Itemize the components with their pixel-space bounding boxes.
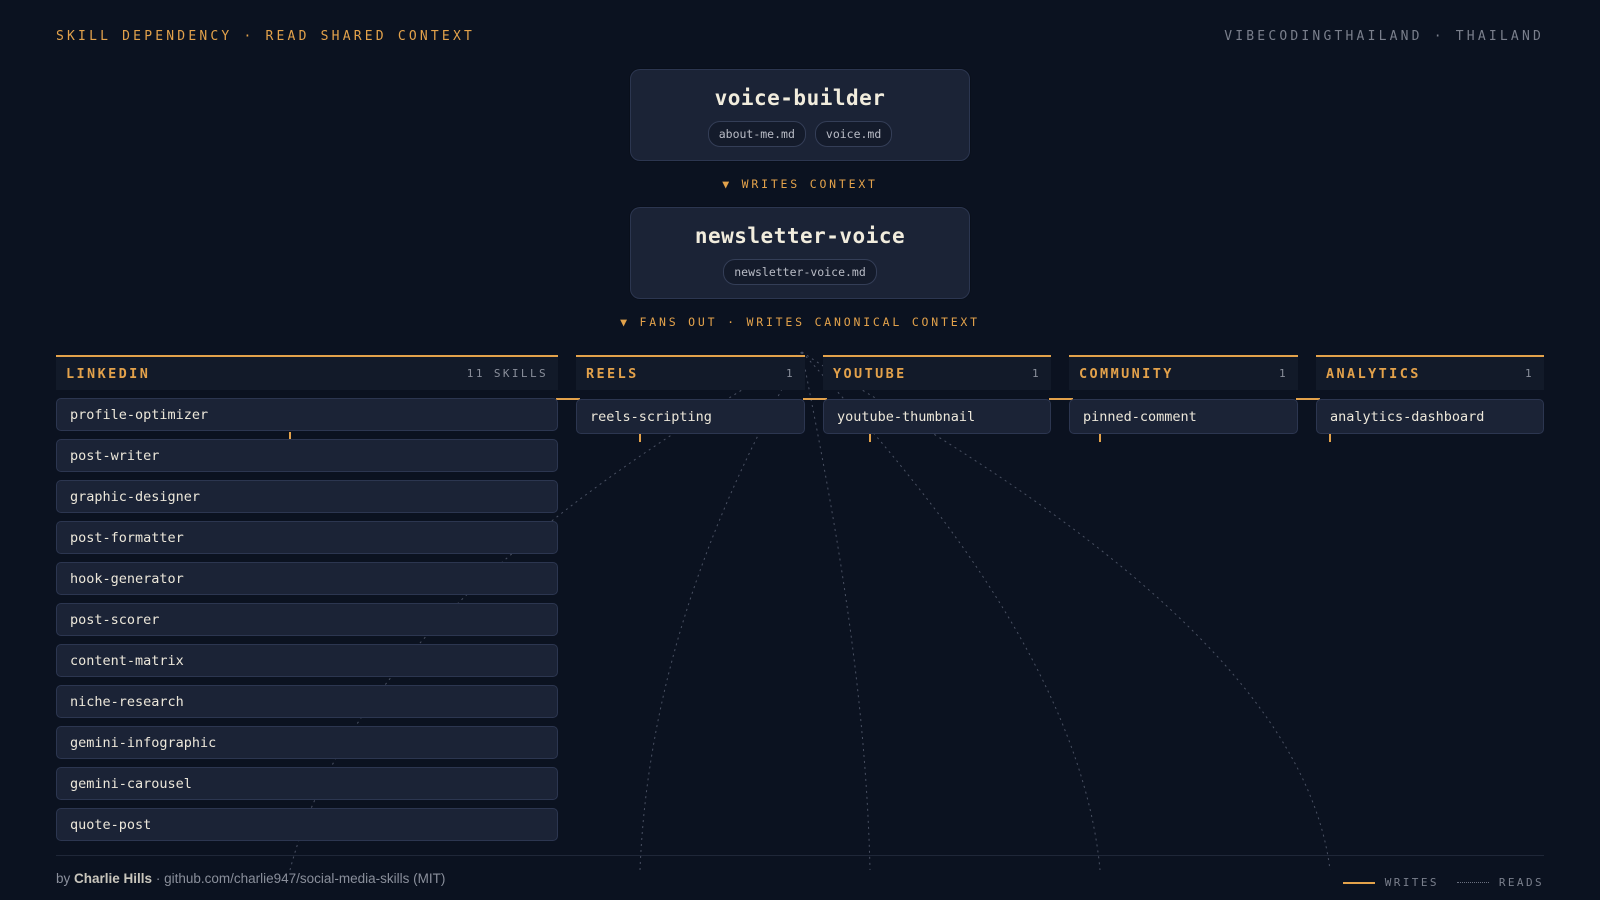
credit-repo-link[interactable]: · github.com/charlie947/social-media-ski… — [156, 871, 446, 886]
column-header: LINKEDIN 11 SKILLS — [56, 355, 558, 390]
skill-quote-post[interactable]: quote-post — [56, 808, 558, 841]
column-name: REELS — [586, 365, 639, 382]
skill-pinned-comment[interactable]: pinned-comment — [1069, 399, 1298, 434]
column-count: 11 SKILLS — [466, 367, 548, 380]
skill-post-scorer[interactable]: post-scorer — [56, 603, 558, 636]
node-voice-builder[interactable]: voice-builder about-me.md voice.md — [630, 69, 970, 161]
node-newsletter-voice[interactable]: newsletter-voice newsletter-voice.md — [630, 207, 970, 299]
column-name: COMMUNITY — [1079, 365, 1174, 382]
file-chip: newsletter-voice.md — [723, 259, 877, 285]
node-title: newsletter-voice — [694, 224, 906, 248]
column-name: ANALYTICS — [1326, 365, 1421, 382]
skill-content-matrix[interactable]: content-matrix — [56, 644, 558, 677]
fans-out-label: ▼ FANS OUT · WRITES CANONICAL CONTEXT — [620, 315, 980, 329]
legend-reads-swatch — [1456, 882, 1489, 883]
column-linkedin: LINKEDIN 11 SKILLS profile-optimizer pos… — [56, 355, 558, 845]
column-count: 1 — [785, 367, 795, 380]
credit-line: by Charlie Hills · github.com/charlie947… — [56, 871, 445, 886]
footer-divider — [56, 855, 1544, 856]
credit-by: by — [56, 871, 71, 886]
legend-writes-label: WRITES — [1384, 876, 1439, 889]
skill-profile-optimizer[interactable]: profile-optimizer — [56, 398, 558, 431]
column-count: 1 — [1524, 367, 1534, 380]
writes-context-label: ▼ WRITES CONTEXT — [722, 177, 878, 191]
column-header: YOUTUBE 1 — [823, 355, 1051, 390]
skill-reels-scripting[interactable]: reels-scripting — [576, 399, 805, 434]
column-header: COMMUNITY 1 — [1069, 355, 1298, 390]
file-chip: about-me.md — [707, 121, 806, 147]
brand-label: VIBECODINGTHAILAND · THAILAND — [1224, 29, 1544, 44]
credit-author: Charlie Hills — [74, 871, 153, 886]
legend-reads-label: READS — [1498, 876, 1544, 889]
skill-niche-research[interactable]: niche-research — [56, 685, 558, 718]
column-name: LINKEDIN — [66, 365, 151, 382]
skill-hook-generator[interactable]: hook-generator — [56, 562, 558, 595]
skill-youtube-thumbnail[interactable]: youtube-thumbnail — [823, 399, 1051, 434]
column-header: ANALYTICS 1 — [1316, 355, 1544, 390]
column-count: 1 — [1278, 367, 1288, 380]
file-chip: voice.md — [814, 121, 893, 147]
column-analytics: ANALYTICS 1 analytics-dashboard — [1316, 355, 1544, 435]
skill-analytics-dashboard[interactable]: analytics-dashboard — [1316, 399, 1544, 434]
column-header: REELS 1 — [576, 355, 805, 390]
node-title: voice-builder — [714, 86, 886, 110]
legend: WRITES READS — [1342, 876, 1544, 889]
column-community: COMMUNITY 1 pinned-comment — [1069, 355, 1298, 435]
skill-gemini-carousel[interactable]: gemini-carousel — [56, 767, 558, 800]
column-youtube: YOUTUBE 1 youtube-thumbnail — [823, 355, 1051, 435]
column-reels: REELS 1 reels-scripting — [576, 355, 805, 435]
column-name: YOUTUBE — [833, 365, 907, 382]
page-title: SKILL DEPENDENCY · READ SHARED CONTEXT — [56, 29, 476, 44]
skill-graphic-designer[interactable]: graphic-designer — [56, 480, 558, 513]
skill-gemini-infographic[interactable]: gemini-infographic — [56, 726, 558, 759]
skill-post-writer[interactable]: post-writer — [56, 439, 558, 472]
legend-writes-swatch — [1342, 881, 1375, 884]
skill-post-formatter[interactable]: post-formatter — [56, 521, 558, 554]
column-count: 1 — [1031, 367, 1041, 380]
